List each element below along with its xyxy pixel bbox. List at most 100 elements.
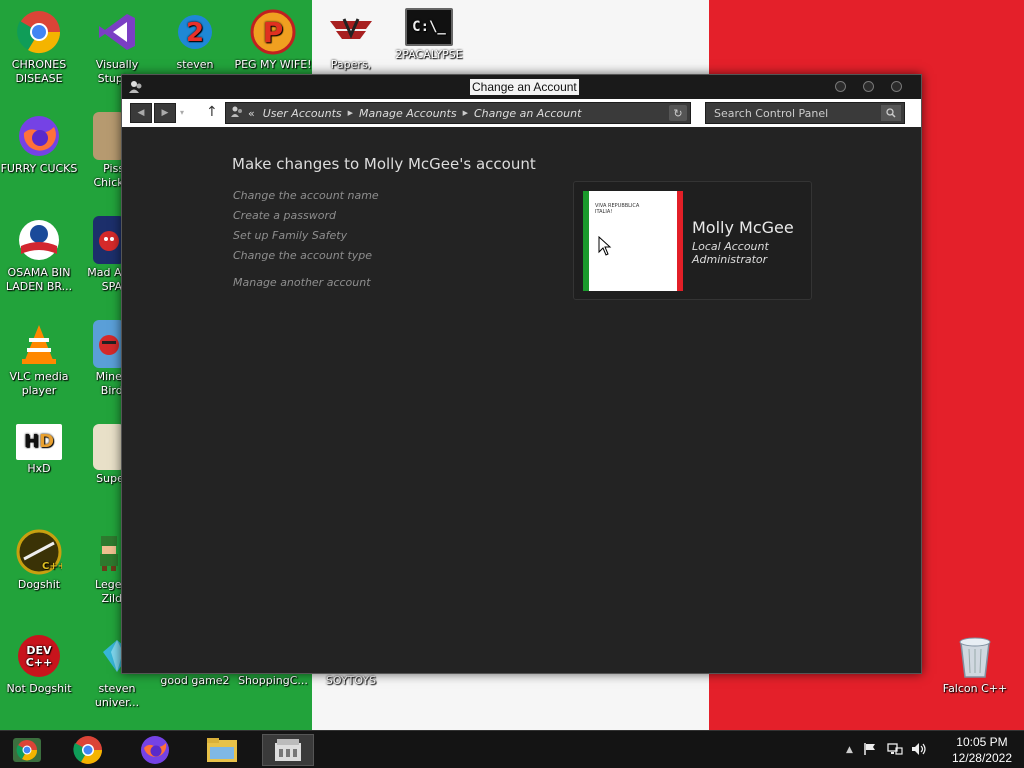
desktop-icon-label: Falcon C++: [942, 682, 1008, 695]
papers-please-icon: [327, 8, 375, 56]
firefox-icon: [141, 736, 169, 764]
taskbar-clock[interactable]: 10:05 PM 12/28/2022: [952, 734, 1012, 766]
refresh-icon[interactable]: ↻: [669, 105, 687, 121]
manage-another-account-link[interactable]: Manage another account: [233, 276, 371, 289]
terminal-icon: C:\_: [405, 8, 453, 46]
visual-studio-icon: [93, 8, 141, 56]
account-type-role: Administrator: [692, 253, 768, 266]
control-panel-window: Change an Account ◀ ▶ ▾ ↑ « User Account…: [121, 74, 922, 674]
desktop-icon-label: FURRY CUCKS: [0, 162, 78, 175]
back-button[interactable]: ◀: [130, 103, 152, 123]
desktop-icon-label: OSAMA BIN LADEN BR...: [5, 266, 73, 293]
chrome-icon: [73, 736, 102, 764]
change-account-type-link[interactable]: Change the account type: [233, 249, 372, 262]
window-title: Change an Account: [470, 79, 579, 95]
start-button[interactable]: [5, 734, 49, 766]
picture-caption-line2: ITALIA!: [595, 209, 613, 215]
obama-logo-icon: [15, 216, 63, 264]
desktop-icon-firefox[interactable]: FURRY CUCKS: [0, 112, 78, 176]
taskbar-control-panel[interactable]: [262, 734, 314, 766]
chrome-icon: [15, 8, 63, 56]
devcpp-icon: DEV C++: [15, 632, 63, 680]
picture-red-stripe: [677, 191, 683, 291]
p-logo-icon: P: [249, 8, 297, 56]
breadcrumb-separator-icon[interactable]: ▶: [463, 109, 468, 117]
window-titlebar[interactable]: Change an Account: [122, 75, 921, 99]
svg-text:C++: C++: [42, 561, 62, 572]
close-button[interactable]: [891, 81, 902, 92]
desktop-icon-vlc[interactable]: VLC media player: [0, 320, 78, 398]
address-bar[interactable]: « User Accounts ▶ Manage Accounts ▶ Chan…: [225, 102, 691, 124]
search-placeholder: Search Control Panel: [714, 106, 829, 120]
chrome-icon: [13, 738, 41, 762]
content-pane: Make changes to Molly McGee's account Ch…: [122, 127, 921, 673]
picture-caption: VIVA REPUBBLICA ITALIA!: [595, 203, 639, 215]
desktop-icon-label: HxD: [27, 462, 51, 475]
back-arrow-icon: ◀: [137, 108, 145, 118]
account-type-local: Local Account: [692, 240, 769, 253]
breadcrumb-user-accounts[interactable]: User Accounts: [263, 107, 342, 120]
desktop-icon-obama[interactable]: OSAMA BIN LADEN BR...: [0, 216, 78, 294]
taskbar-file-explorer[interactable]: [200, 734, 244, 766]
svg-text:P: P: [263, 16, 284, 49]
clock-time: 10:05 PM: [956, 735, 1008, 749]
navigation-bar: ◀ ▶ ▾ ↑ « User Accounts ▶ Manage Account…: [122, 99, 921, 127]
desktop-icon-hxd[interactable]: HD HxD: [0, 424, 78, 476]
breadcrumb-separator-icon[interactable]: ▶: [348, 109, 353, 117]
user-accounts-icon: [128, 79, 144, 95]
desktop-icon-label: Not Dogshit: [6, 682, 72, 695]
desktop-icon-papers-please[interactable]: Papers,: [312, 8, 390, 72]
steven-icon: 2: [171, 8, 219, 56]
family-safety-link[interactable]: Set up Family Safety: [233, 229, 347, 242]
page-heading: Make changes to Molly McGee's account: [232, 155, 536, 173]
clock-date: 12/28/2022: [951, 751, 1012, 765]
desktop-icon-chrome[interactable]: CHRONES DISEASE: [0, 8, 78, 86]
taskbar-chrome[interactable]: [66, 734, 110, 766]
desktop-icon-label: steven: [176, 58, 214, 71]
change-account-name-link[interactable]: Change the account name: [233, 189, 379, 202]
desktop-icon-label: VLC media player: [9, 370, 69, 397]
minimize-button[interactable]: [835, 81, 846, 92]
desktop-icon-label: 2PACALYPSE: [395, 48, 463, 61]
file-explorer-icon: [207, 738, 237, 762]
action-center-flag-icon[interactable]: [863, 742, 877, 759]
search-icon[interactable]: [881, 105, 901, 121]
taskbar-firefox[interactable]: [133, 734, 177, 766]
desktop-icon-label: SOYTOYS: [325, 674, 377, 687]
system-tray: ▲: [846, 731, 927, 768]
control-panel-icon: [230, 105, 244, 122]
up-arrow-icon[interactable]: ↑: [206, 104, 218, 120]
vlc-icon: [15, 320, 63, 368]
svg-text:C++: C++: [26, 656, 53, 669]
desktop-icon-codeblocks[interactable]: C++ Dogshit: [0, 528, 78, 592]
create-password-link[interactable]: Create a password: [233, 209, 336, 222]
desktop-icon-steven[interactable]: 2 steven: [156, 8, 234, 72]
control-panel-icon: [275, 739, 301, 761]
desktop-icon-2pacalypse[interactable]: C:\_ 2PACALYPSE: [390, 8, 468, 62]
maximize-button[interactable]: [863, 81, 874, 92]
desktop-icon-label: Dogshit: [17, 578, 61, 591]
breadcrumb-change-account[interactable]: Change an Account: [474, 107, 581, 120]
show-hidden-icons-icon[interactable]: ▲: [846, 745, 853, 755]
breadcrumb-overflow[interactable]: «: [248, 107, 255, 120]
firefox-icon: [15, 112, 63, 160]
network-icon[interactable]: [887, 742, 903, 759]
desktop-icon-label: ShoppingC...: [238, 674, 308, 687]
breadcrumb-manage-accounts[interactable]: Manage Accounts: [359, 107, 457, 120]
codeblocks-icon: C++: [15, 528, 63, 576]
desktop-icon-peg[interactable]: P PEG MY WIFE!: [234, 8, 312, 72]
desktop-icon-devcpp[interactable]: DEV C++ Not Dogshit: [0, 632, 78, 696]
search-input[interactable]: Search Control Panel: [705, 102, 905, 124]
desktop-icon-label: CHRONES DISEASE: [11, 58, 67, 85]
account-name: Molly McGee: [692, 218, 794, 237]
svg-text:2: 2: [186, 18, 204, 48]
desktop-icon-label: good game2: [160, 674, 230, 687]
forward-arrow-icon: ▶: [161, 108, 169, 118]
forward-button[interactable]: ▶: [154, 103, 176, 123]
volume-icon[interactable]: [911, 742, 927, 759]
desktop-icon-label: steven univer...: [94, 682, 140, 709]
desktop-icon-recycle-bin[interactable]: Falcon C++: [936, 632, 1014, 696]
recent-pages-chevron-icon[interactable]: ▾: [180, 108, 184, 117]
hxd-icon: HD: [16, 424, 62, 460]
taskbar: ▲ 10:05 PM 12/28/2022: [0, 730, 1024, 768]
